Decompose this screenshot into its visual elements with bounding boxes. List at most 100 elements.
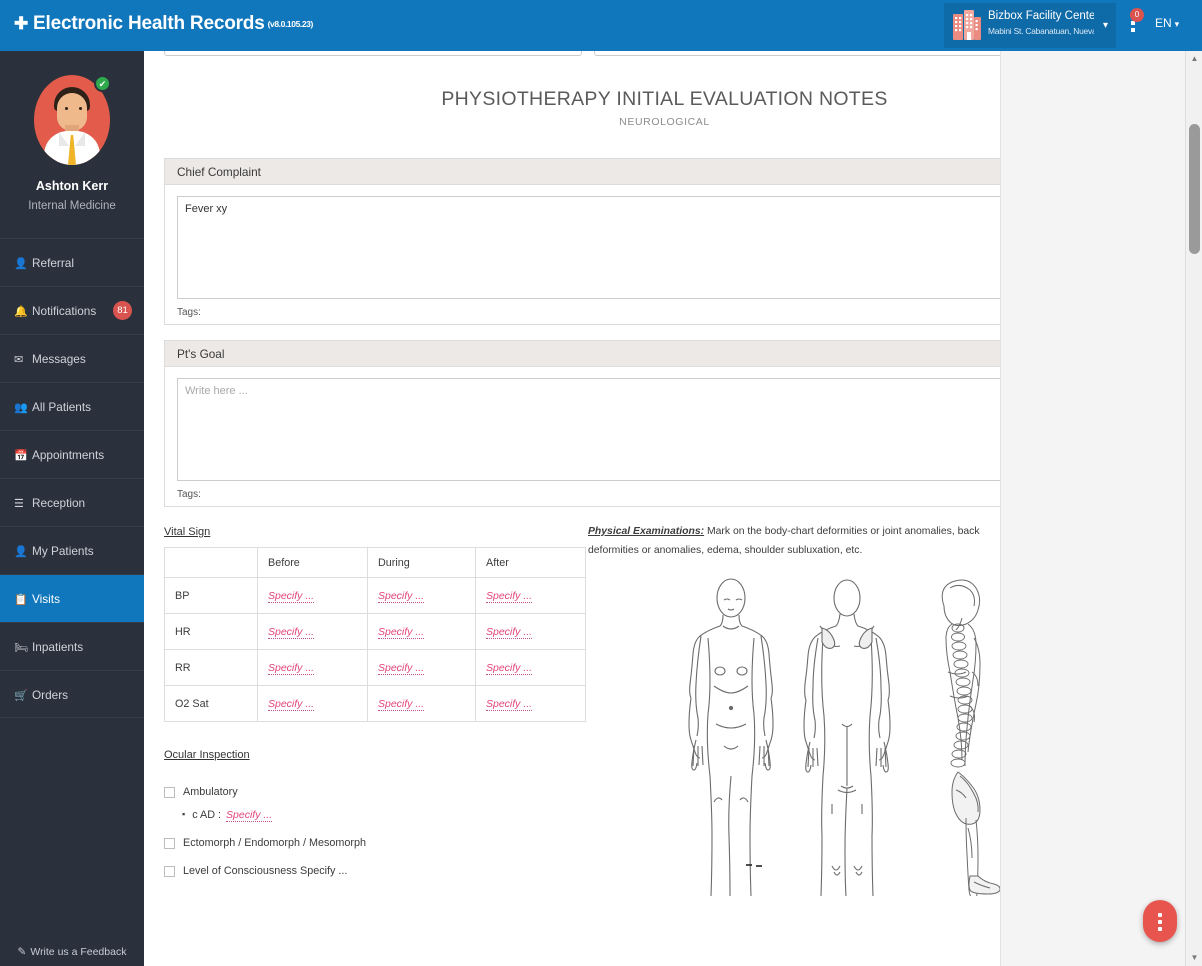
- sidebar-item-visits[interactable]: 📋 Visits: [0, 574, 144, 622]
- avatar-eye-left: [65, 107, 68, 110]
- specify-link[interactable]: Specify ...: [268, 625, 315, 639]
- specify-link[interactable]: Specify ...: [268, 697, 315, 711]
- checkbox[interactable]: [164, 865, 175, 877]
- specify-link[interactable]: Specify ...: [486, 661, 533, 675]
- sidebar-item-messages[interactable]: ✉ Messages: [0, 334, 144, 382]
- table-row: BP Specify ... Specify ... Specify ...: [164, 577, 586, 614]
- chevron-down-icon: ▾: [1174, 19, 1180, 29]
- anterior-body-chart[interactable]: [676, 576, 786, 896]
- language-label: EN: [1155, 16, 1172, 30]
- specify-link[interactable]: Specify ...: [378, 625, 425, 639]
- physical-examinations-instruction: Physical Examinations: Mark on the body-…: [588, 522, 1008, 560]
- facility-name: Bizbox Facility Center: [988, 10, 1094, 22]
- avatar-collar-right: [75, 132, 85, 146]
- user-profile-block: ✔ Ashton Kerr Internal Medicine: [0, 51, 144, 238]
- sidebar-item-label: Appointments: [32, 448, 105, 462]
- table-row: O2 Sat Specify ... Specify ... Specify ...: [164, 685, 586, 722]
- left-column: Vital Sign Before During After BP Specify .…: [164, 522, 588, 896]
- avatar-collar-left: [59, 132, 69, 146]
- facility-selector[interactable]: Bizbox Facility Center Mabini St. Cabana…: [944, 3, 1116, 48]
- floating-action-button[interactable]: [1143, 900, 1177, 942]
- vital-row-label: HR: [164, 613, 258, 650]
- vital-row-label: RR: [164, 649, 258, 686]
- sidebar-item-icon: 👤: [14, 546, 28, 558]
- scroll-up-arrow[interactable]: ▲: [1186, 51, 1202, 67]
- sidebar-item-label: Messages: [32, 352, 86, 366]
- sidebar-item-icon: 🔔: [14, 306, 28, 318]
- ocular-checkbox-row[interactable]: Ectomorph / Endomorph / Mesomorph: [164, 837, 588, 849]
- sidebar-item-icon: 👤: [14, 258, 28, 270]
- sidebar-item-all-patients[interactable]: 👥 All Patients: [0, 382, 144, 430]
- specify-link[interactable]: Specify ...: [486, 625, 533, 639]
- top-navigation-bar: ✚ Electronic Health Records (v8.0.105.23): [0, 0, 1202, 51]
- specify-link[interactable]: Specify ...: [378, 697, 425, 711]
- app-version: (v8.0.105.23): [267, 19, 314, 29]
- vital-cell-during: Specify ...: [367, 685, 476, 722]
- sidebar-item-orders[interactable]: 🛒 Orders: [0, 670, 144, 718]
- specify-link[interactable]: Specify ...: [486, 589, 533, 603]
- ocular-bullet-row: ▪ c AD : Specify ...: [164, 809, 588, 822]
- chief-complaint-textarea[interactable]: [177, 196, 1114, 299]
- vital-column-header: [164, 547, 258, 578]
- page-background-gutter: [1001, 51, 1185, 966]
- sidebar-item-label: Visits: [32, 592, 60, 606]
- sidebar-item-notifications[interactable]: 🔔 Notifications 81: [0, 286, 144, 334]
- language-selector[interactable]: EN ▾: [1155, 16, 1179, 30]
- clipped-input-left[interactable]: [164, 51, 582, 56]
- vital-cell-before: Specify ...: [257, 613, 368, 650]
- sidebar-nav: 👤 Referral 🔔 Notifications 81 ✉ Messages 👥 All P…: [0, 238, 144, 718]
- pts-goal-textarea[interactable]: [177, 378, 1114, 481]
- checkbox[interactable]: [164, 837, 175, 849]
- specify-link[interactable]: Specify ...: [268, 589, 315, 603]
- hospital-building-icon: [953, 10, 981, 40]
- avatar-wrapper[interactable]: ✔: [34, 75, 111, 165]
- menu-badge: 0: [1130, 8, 1144, 22]
- feedback-link[interactable]: ✎ Write us a Feedback: [0, 946, 144, 958]
- user-role: Internal Medicine: [28, 200, 116, 212]
- specify-link[interactable]: Specify ...: [268, 661, 315, 675]
- sidebar-item-my-patients[interactable]: 👤 My Patients: [0, 526, 144, 574]
- specify-link[interactable]: Specify ...: [486, 697, 533, 711]
- table-row: HR Specify ... Specify ... Specify ...: [164, 613, 586, 650]
- sidebar-item-icon: 🛒: [14, 690, 28, 702]
- sidebar-item-icon: 🛏: [14, 642, 28, 654]
- app-title: Electronic Health Records: [33, 13, 265, 34]
- dot: [1158, 927, 1162, 931]
- user-name: Ashton Kerr: [35, 179, 109, 193]
- dot: [1158, 920, 1162, 924]
- content-edge-divider: [1000, 51, 1001, 966]
- specify-link[interactable]: Specify ...: [378, 661, 425, 675]
- panel-title: Pt's Goal: [177, 347, 225, 361]
- dot: [1131, 28, 1135, 32]
- ocular-checkbox-label: Level of Consciousness Specify ...: [183, 865, 348, 877]
- sidebar-item-badge: 81: [113, 301, 132, 320]
- sidebar-item-label: Orders: [32, 688, 69, 702]
- sidebar-item-icon: 📋: [14, 594, 28, 606]
- vital-sign-table: Before During After BP Specify ... Specify .…: [164, 547, 586, 722]
- vital-cell-during: Specify ...: [367, 613, 476, 650]
- ocular-inspection-section: Ocular Inspection Ambulatory ▪ c AD : Speci…: [164, 745, 588, 877]
- sidebar-item-inpatients[interactable]: 🛏 Inpatients: [0, 622, 144, 670]
- sidebar-item-icon: 📅: [14, 450, 28, 462]
- panel-title: Chief Complaint: [177, 165, 261, 179]
- ocular-checkbox-row[interactable]: Ambulatory: [164, 786, 588, 798]
- sidebar-item-icon: ☰: [14, 498, 24, 510]
- scrollbar-thumb[interactable]: [1189, 124, 1200, 254]
- specify-link[interactable]: Specify ...: [378, 589, 425, 603]
- ocular-checkbox-row[interactable]: Level of Consciousness Specify ...: [164, 865, 588, 877]
- vital-cell-during: Specify ...: [367, 649, 476, 686]
- ocular-inspection-label: Ocular Inspection: [164, 749, 250, 761]
- posterior-body-chart[interactable]: [792, 576, 902, 896]
- ocular-inspection-items: Ambulatory ▪ c AD : Specify ... Ectomorph / …: [164, 786, 588, 877]
- specify-link[interactable]: Specify ...: [226, 809, 273, 822]
- vital-column-header: After: [475, 547, 586, 578]
- sidebar-item-label: Reception: [32, 496, 86, 510]
- vertical-scrollbar[interactable]: ▲ ▼: [1185, 51, 1202, 966]
- vital-cell-after: Specify ...: [475, 613, 586, 650]
- scroll-down-arrow[interactable]: ▼: [1186, 950, 1202, 966]
- dot: [1158, 913, 1162, 917]
- checkbox[interactable]: [164, 786, 175, 798]
- sidebar-item-reception[interactable]: ☰ Reception: [0, 478, 144, 526]
- sidebar-item-referral[interactable]: 👤 Referral: [0, 238, 144, 286]
- sidebar-item-appointments[interactable]: 📅 Appointments: [0, 430, 144, 478]
